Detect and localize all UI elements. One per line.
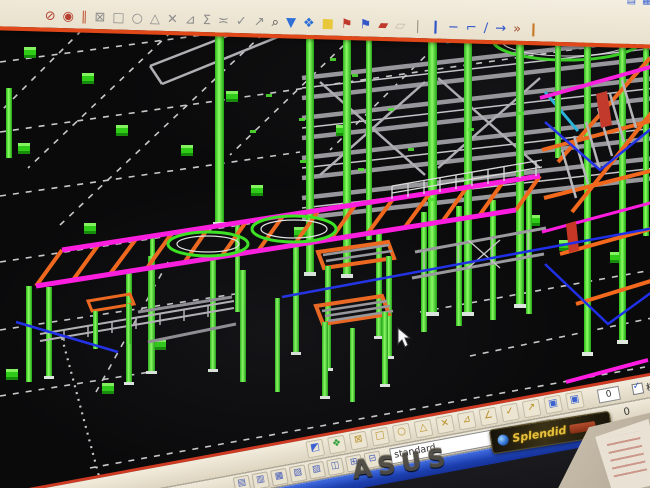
cut-lines-icon[interactable]: ∥ bbox=[81, 8, 88, 28]
view-split-icon[interactable]: ◫ bbox=[326, 457, 345, 476]
pin-blue-icon[interactable]: ⚑ bbox=[359, 15, 371, 35]
snap-rect-icon[interactable]: ⊠ bbox=[349, 431, 369, 451]
snap-depth-icon[interactable]: ▣ bbox=[565, 391, 585, 411]
dash-icon[interactable]: − bbox=[448, 18, 459, 38]
pointer-arrow-icon[interactable]: ↗ bbox=[254, 12, 265, 32]
sticker-text: Splendid bbox=[511, 424, 567, 445]
top-mini-toolbar: ▤▦▧+ bbox=[626, 0, 650, 12]
monitor-photo: 3 7 6 8 0 1 E ▤▦▧+ ⊘◉∥⊠□○△✕⊿Σ≍✓↗⌕▼❖■⚑⚑▰▱… bbox=[0, 0, 650, 488]
window-grid-icon[interactable]: ▤ bbox=[626, 0, 636, 11]
weld-icon[interactable]: ◉ bbox=[62, 7, 74, 27]
snap-triangle-icon[interactable]: △ bbox=[414, 419, 434, 439]
ibar-icon[interactable]: ❙ bbox=[528, 20, 539, 40]
snap-mode-icon[interactable]: ▣ bbox=[543, 395, 563, 415]
toolbar-separator[interactable]: ❘ bbox=[412, 17, 423, 37]
status-depth: 0 bbox=[623, 406, 631, 418]
phase-icon[interactable]: ⊘ bbox=[44, 7, 55, 27]
create-circle-icon[interactable]: ○ bbox=[131, 9, 143, 29]
sum-icon[interactable]: Σ bbox=[202, 11, 211, 31]
ucs-icon[interactable]: ❖ bbox=[327, 435, 347, 455]
splendid-orb-icon bbox=[497, 434, 510, 447]
view-list-icon[interactable]: ▤ bbox=[233, 474, 252, 488]
find-icon[interactable]: ⌕ bbox=[271, 13, 279, 33]
beam-icon[interactable]: ❙ bbox=[430, 17, 441, 37]
snap-angle-icon[interactable]: ∠ bbox=[478, 407, 498, 427]
snap-depth-field[interactable]: 0 bbox=[597, 385, 621, 403]
check-icon[interactable]: ✓ bbox=[236, 12, 247, 32]
marker-red-icon[interactable]: ▰ bbox=[378, 16, 389, 36]
note-icon[interactable]: ■ bbox=[321, 14, 334, 34]
view-grid-icon[interactable]: ▦ bbox=[270, 467, 289, 486]
create-triangle-icon[interactable]: △ bbox=[150, 10, 161, 30]
snap-square-icon[interactable]: □ bbox=[370, 427, 390, 447]
snap-corner-icon[interactable]: ⊿ bbox=[457, 411, 477, 431]
filter-icon[interactable]: ▼ bbox=[286, 13, 297, 33]
create-rect-icon[interactable]: □ bbox=[112, 8, 125, 28]
snap-arrow-icon[interactable]: ↗ bbox=[522, 399, 542, 419]
blue-braces bbox=[16, 228, 650, 352]
slash-beam-icon[interactable]: ∕ bbox=[483, 19, 488, 39]
select-filter-icon[interactable]: ⊠ bbox=[94, 8, 105, 28]
snap-circle-icon[interactable]: ○ bbox=[392, 423, 412, 443]
view-cols-icon[interactable]: ▥ bbox=[251, 471, 270, 488]
mouse-cursor bbox=[398, 328, 410, 347]
pin-red-icon[interactable]: ⚑ bbox=[341, 15, 353, 35]
paper-text-marks bbox=[606, 431, 648, 481]
view-diag-icon[interactable]: ▧ bbox=[289, 464, 308, 483]
arrow-beam-icon[interactable]: → bbox=[495, 19, 506, 39]
marker-ghost-icon[interactable]: ▱ bbox=[395, 16, 406, 36]
fast-forward-icon[interactable]: » bbox=[513, 20, 522, 40]
polybeam-icon[interactable]: ⌐ bbox=[466, 18, 477, 38]
angle-icon[interactable]: ⊿ bbox=[185, 11, 196, 31]
view-hatch-icon[interactable]: ▨ bbox=[307, 460, 326, 479]
low-left-structure bbox=[40, 294, 236, 349]
snap-check-icon[interactable]: ✓ bbox=[500, 403, 520, 423]
gray-purlins bbox=[302, 38, 650, 218]
window-tile-icon[interactable]: ▦ bbox=[642, 0, 650, 12]
spray-icon[interactable]: ❖ bbox=[303, 14, 315, 34]
view-plane-icon[interactable]: ◩ bbox=[305, 439, 325, 459]
level-icon[interactable]: ≍ bbox=[218, 11, 229, 31]
snap-cross-icon[interactable]: ✕ bbox=[435, 415, 455, 435]
erase-icon[interactable]: ✕ bbox=[167, 10, 178, 30]
checkbox-icon bbox=[631, 382, 644, 395]
